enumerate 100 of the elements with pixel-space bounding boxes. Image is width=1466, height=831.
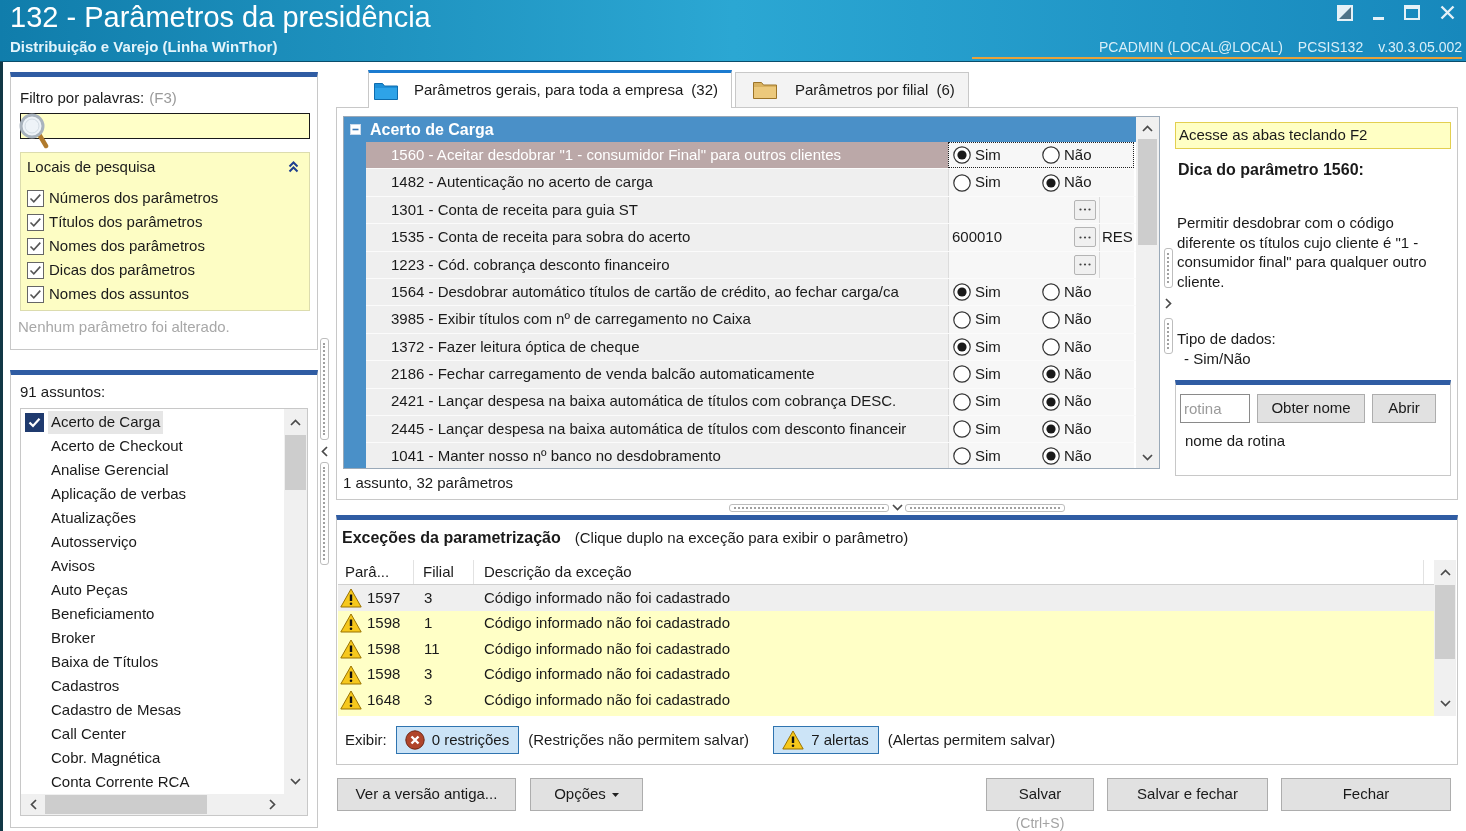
scrollbar-thumb[interactable] bbox=[285, 435, 306, 490]
button[interactable]: Fechar bbox=[1281, 778, 1451, 811]
radio-button[interactable] bbox=[1042, 392, 1060, 411]
scrollbar[interactable] bbox=[21, 794, 307, 815]
splitter-grip[interactable] bbox=[905, 503, 1065, 512]
list-item[interactable]: Beneficiamento bbox=[48, 602, 158, 626]
parameter-name[interactable]: 2186 - Fechar carregamento de venda balcão automaticamente bbox=[366, 361, 948, 388]
radio-button[interactable] bbox=[1042, 173, 1060, 192]
splitter-grip[interactable] bbox=[729, 503, 889, 512]
list-item[interactable]: Analise Gerencial bbox=[48, 458, 172, 482]
splitter-grip[interactable] bbox=[319, 462, 329, 565]
radio-button[interactable] bbox=[953, 283, 971, 302]
chevron-down-icon[interactable] bbox=[1439, 700, 1451, 707]
chevron-down-icon[interactable] bbox=[891, 504, 903, 511]
chevron-left-icon[interactable] bbox=[29, 799, 37, 810]
radio-button[interactable] bbox=[953, 392, 971, 411]
chevron-right-icon[interactable] bbox=[1164, 297, 1172, 309]
radio-button[interactable] bbox=[953, 146, 971, 165]
checkbox[interactable] bbox=[25, 412, 44, 432]
radio-button[interactable] bbox=[1042, 310, 1060, 329]
button[interactable]: Salvar bbox=[986, 778, 1094, 811]
checkbox[interactable] bbox=[27, 285, 44, 303]
parameter-name[interactable]: 1564 - Desdobrar automático títulos de cartão de crédito, ao fechar carga/ca bbox=[366, 278, 948, 306]
chevron-right-icon[interactable] bbox=[268, 799, 276, 810]
list-item[interactable]: Avisos bbox=[48, 554, 98, 578]
scrollbar-thumb[interactable] bbox=[45, 795, 207, 814]
checkbox[interactable] bbox=[27, 213, 44, 231]
list-item[interactable]: Conta Corrente RCA bbox=[48, 770, 193, 794]
button[interactable]: Salvar e fechar bbox=[1107, 778, 1268, 811]
scrollbar-thumb[interactable] bbox=[1138, 139, 1157, 245]
radio-button[interactable] bbox=[953, 173, 971, 192]
radio-button[interactable] bbox=[953, 365, 971, 384]
button[interactable]: Opções bbox=[530, 778, 643, 811]
splitter-grip[interactable] bbox=[1163, 248, 1173, 288]
list-item[interactable]: Baixa de Títulos bbox=[48, 650, 162, 674]
radio-button[interactable] bbox=[1042, 447, 1060, 466]
list-item[interactable]: Autosserviço bbox=[48, 530, 140, 554]
parameter-name[interactable]: 1482 - Autenticação no acerto de carga bbox=[366, 169, 948, 196]
radio-button[interactable] bbox=[1042, 283, 1060, 302]
parameter-name[interactable]: 1301 - Conta de receita para guia ST bbox=[366, 196, 948, 224]
radio-button[interactable] bbox=[953, 420, 971, 439]
tab[interactable]: Parâmetros por filial (6) bbox=[735, 72, 969, 107]
search-field[interactable] bbox=[20, 113, 310, 139]
program-code: PCSIS132 bbox=[1297, 39, 1364, 55]
list-item[interactable]: Broker bbox=[48, 626, 99, 650]
column-header[interactable]: Descrição da exceção bbox=[484, 560, 632, 584]
minus-icon[interactable] bbox=[350, 124, 361, 135]
window-mode-icon[interactable] bbox=[1337, 5, 1353, 21]
chevron-up-icon[interactable] bbox=[290, 418, 301, 426]
parameter-name[interactable]: 1223 - Cód. cobrança desconto financeiro bbox=[366, 251, 948, 278]
radio-button[interactable] bbox=[1042, 146, 1060, 165]
chevron-up-icon[interactable] bbox=[1439, 569, 1451, 576]
filter-toggle[interactable]: 7 alertas bbox=[773, 726, 879, 754]
parameter-name[interactable]: 2421 - Lançar despesa na baixa automática de títulos com cobrança DESC. bbox=[366, 388, 948, 415]
column-header[interactable]: Filial bbox=[423, 560, 454, 584]
routine-field[interactable]: rotina bbox=[1180, 394, 1250, 423]
parameter-name[interactable]: 1535 - Conta de receita para sobra do acerto bbox=[366, 224, 948, 251]
splitter-grip[interactable] bbox=[1163, 318, 1173, 354]
scrollbar[interactable] bbox=[1136, 117, 1159, 468]
list-item[interactable]: Auto Peças bbox=[48, 578, 131, 602]
list-item[interactable]: Call Center bbox=[48, 722, 130, 746]
splitter-grip[interactable] bbox=[319, 338, 329, 440]
chevron-down-icon[interactable] bbox=[1142, 453, 1153, 461]
double-chevron-up-icon[interactable] bbox=[288, 161, 299, 173]
list-item[interactable]: Acerto de Carga bbox=[48, 410, 164, 434]
checkbox[interactable] bbox=[27, 237, 44, 255]
column-header[interactable]: Parâ... bbox=[345, 560, 390, 584]
scrollbar[interactable] bbox=[1434, 560, 1456, 716]
button[interactable]: Ver a versão antiga... bbox=[337, 778, 516, 811]
maximize-icon[interactable] bbox=[1404, 5, 1420, 20]
chevron-down-icon[interactable] bbox=[290, 777, 301, 785]
radio-button[interactable] bbox=[1042, 337, 1060, 356]
close-icon[interactable] bbox=[1440, 5, 1455, 20]
chevron-up-icon[interactable] bbox=[1142, 124, 1153, 132]
checkbox[interactable] bbox=[27, 261, 44, 279]
scrollbar-thumb[interactable] bbox=[1435, 585, 1455, 659]
filter-toggle[interactable]: 0 restrições bbox=[395, 726, 520, 754]
list-item[interactable]: Cadastros bbox=[48, 674, 123, 698]
parameter-name[interactable]: 1041 - Manter nosso nº banco no desdobramento bbox=[366, 443, 948, 468]
radio-button[interactable] bbox=[1042, 420, 1060, 439]
list-item[interactable]: Atualizações bbox=[48, 506, 140, 530]
list-item[interactable]: Acerto de Checkout bbox=[48, 434, 186, 458]
exception-row[interactable]: 1597 3 Código informado não foi cadastrado bbox=[338, 585, 1434, 611]
value-field[interactable]: 600010 bbox=[949, 224, 1099, 251]
chevron-left-icon[interactable] bbox=[320, 445, 328, 457]
list-item[interactable]: Cadastro de Mesas bbox=[48, 698, 185, 722]
parameter-name[interactable]: 2445 - Lançar despesa na baixa automática de títulos com desconto financeir bbox=[366, 415, 948, 443]
parameter-name[interactable]: 1372 - Fazer leitura óptica de cheque bbox=[366, 333, 948, 361]
checkbox[interactable] bbox=[27, 189, 44, 207]
radio-button[interactable] bbox=[953, 310, 971, 329]
tab[interactable]: Parâmetros gerais, para toda a empresa (32) bbox=[368, 70, 732, 108]
scrollbar[interactable] bbox=[284, 409, 307, 794]
radio-button[interactable] bbox=[1042, 365, 1060, 384]
parameter-name[interactable]: 3985 - Exibir títulos com nº de carregamento no Caixa bbox=[366, 306, 948, 333]
radio-button[interactable] bbox=[953, 337, 971, 356]
button[interactable]: Obter nome bbox=[1257, 394, 1365, 423]
radio-button[interactable] bbox=[953, 447, 971, 466]
list-item[interactable]: Cobr. Magnética bbox=[48, 746, 164, 770]
button[interactable]: Abrir bbox=[1372, 394, 1436, 423]
list-item[interactable]: Aplicação de verbas bbox=[48, 482, 190, 506]
